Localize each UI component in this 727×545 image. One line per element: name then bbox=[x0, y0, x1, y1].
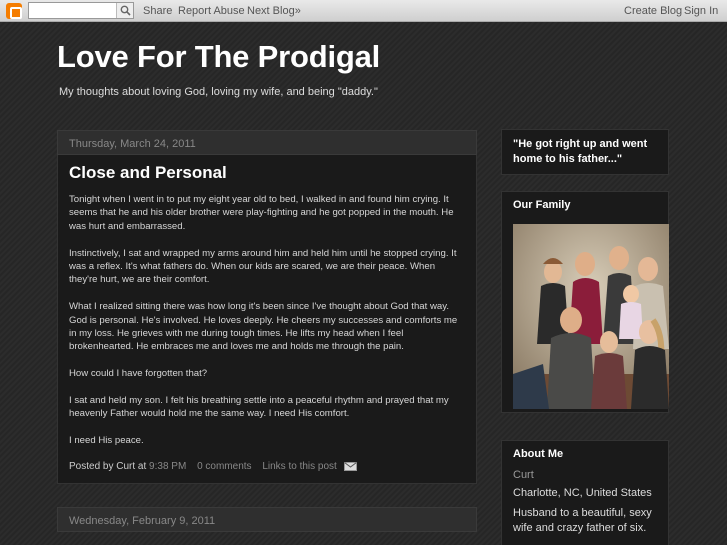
next-post-date-header: Wednesday, February 9, 2011 bbox=[57, 507, 477, 532]
report-abuse-link[interactable]: Report Abuse bbox=[178, 5, 245, 17]
post-timestamp-link[interactable]: 9:38 PM bbox=[149, 461, 186, 472]
next-blog-link[interactable]: Next Blog» bbox=[247, 5, 301, 17]
family-photo-image bbox=[513, 224, 669, 409]
create-blog-link[interactable]: Create Blog bbox=[624, 5, 682, 17]
post-paragraph: Instinctively, I sat and wrapped my arms… bbox=[69, 247, 457, 286]
post-paragraph: I need His peace. bbox=[69, 435, 144, 447]
profile-name-link[interactable]: Curt bbox=[502, 469, 668, 481]
sign-in-link[interactable]: Sign In bbox=[684, 5, 718, 17]
post-paragraph: How could I have forgotten that? bbox=[69, 368, 208, 380]
post-paragraph: Tonight when I went in to put my eight y… bbox=[69, 194, 454, 232]
post-footer: Posted by Curt at 9:38 PM 0 comments Lin… bbox=[69, 461, 357, 472]
blog-description: My thoughts about loving God, loving my … bbox=[59, 86, 378, 98]
profile-location: Charlotte, NC, United States bbox=[513, 487, 652, 499]
quote-widget: "He got right up and went home to his fa… bbox=[501, 129, 669, 175]
posted-by-text: Posted by Curt at bbox=[69, 461, 150, 472]
email-post-icon[interactable] bbox=[343, 461, 357, 471]
family-photo[interactable] bbox=[513, 224, 669, 409]
about-me-widget: About Me Curt Charlotte, NC, United Stat… bbox=[501, 440, 669, 545]
search-input[interactable] bbox=[28, 2, 134, 19]
post-paragraph: I sat and held my son. I felt his breath… bbox=[69, 395, 449, 420]
blogger-navbar: Share Report Abuse Next Blog» Create Blo… bbox=[0, 0, 727, 22]
profile-description: Husband to a beautiful, sexy wife and cr… bbox=[513, 507, 652, 534]
blog-post: Close and Personal Tonight when I went i… bbox=[57, 155, 477, 484]
post-paragraph: What I realized sitting there was how lo… bbox=[69, 301, 458, 353]
post-date-header: Thursday, March 24, 2011 bbox=[57, 130, 477, 155]
about-me-title: About Me bbox=[513, 448, 564, 460]
post-title[interactable]: Close and Personal bbox=[69, 163, 227, 183]
blogger-logo-icon[interactable] bbox=[6, 3, 22, 19]
search-icon bbox=[120, 5, 131, 16]
sidebar-quote: "He got right up and went home to his fa… bbox=[513, 138, 648, 165]
post-body: Tonight when I went in to put my eight y… bbox=[69, 193, 460, 461]
share-link[interactable]: Share bbox=[143, 5, 172, 17]
comments-link[interactable]: 0 comments bbox=[197, 461, 251, 472]
search-button[interactable] bbox=[116, 3, 133, 18]
links-to-post-link[interactable]: Links to this post bbox=[262, 461, 336, 472]
family-widget-title: Our Family bbox=[513, 199, 571, 211]
blog-title[interactable]: Love For The Prodigal bbox=[57, 39, 380, 75]
